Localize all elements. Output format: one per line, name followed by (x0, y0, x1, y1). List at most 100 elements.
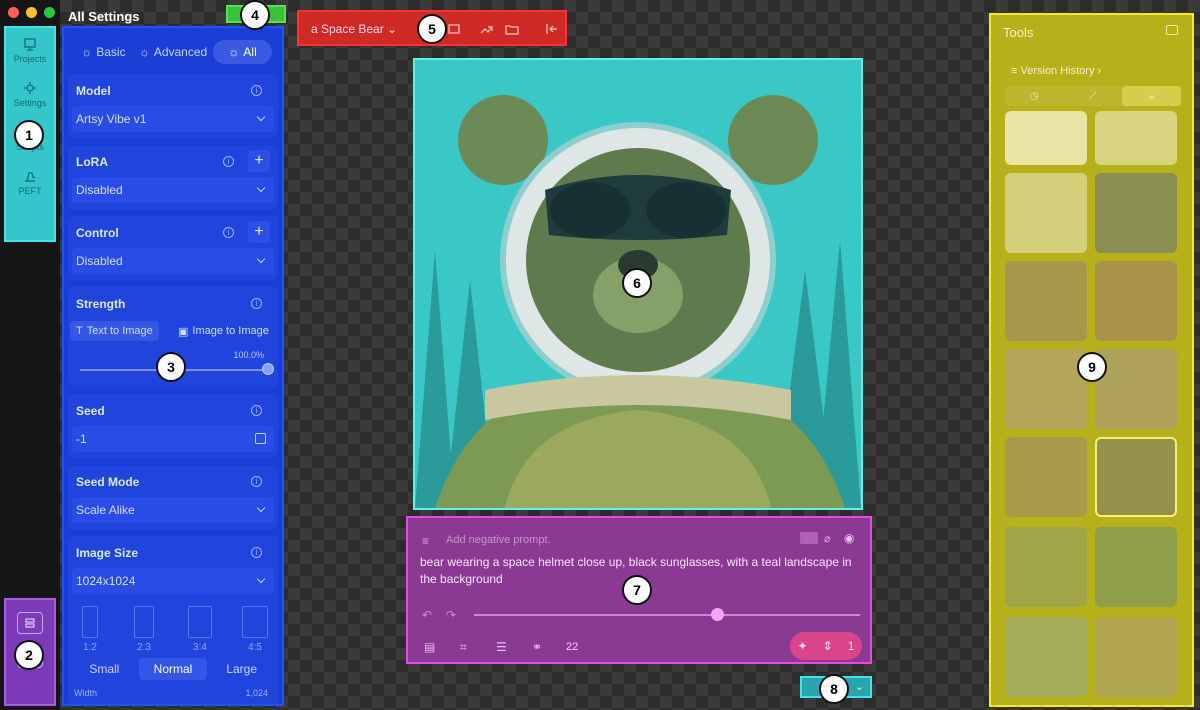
settings-icon (24, 81, 36, 94)
tab-brush[interactable]: ⟋ (1064, 86, 1123, 106)
generate-count: 1 (847, 639, 855, 653)
add-control-button[interactable]: + (248, 221, 270, 243)
size-normal[interactable]: Normal (138, 658, 208, 680)
image-to-image-button[interactable]: ▣ Image to Image (172, 321, 275, 341)
sparkle-icon: ✦ (797, 639, 808, 653)
seed-input[interactable]: -1 (72, 426, 274, 452)
info-icon[interactable]: i (251, 85, 262, 96)
list-icon[interactable]: ☰ (496, 640, 507, 654)
history-thumbnail[interactable] (1005, 111, 1087, 165)
control-value: Disabled (76, 254, 123, 268)
negative-prompt-input[interactable]: Add negative prompt. (446, 534, 551, 546)
tab-history[interactable]: ◷ (1005, 86, 1064, 106)
tab-basic-label: Basic (96, 45, 126, 59)
ratio-1-2[interactable]: 1:2 (82, 606, 98, 653)
text-to-image-label: Text to Image (86, 325, 153, 337)
history-thumbnail[interactable] (1005, 173, 1087, 253)
info-icon[interactable]: i (223, 227, 234, 238)
text-to-image-button[interactable]: T Text to Image (70, 321, 159, 341)
nav-projects[interactable]: Projects (6, 28, 54, 72)
control-dropdown[interactable]: Disabled (72, 248, 274, 274)
history-thumbnail[interactable] (1005, 617, 1087, 697)
ratio-label: 4:5 (248, 642, 262, 653)
gear-icon: ☼ (81, 45, 93, 59)
steps-count[interactable]: 22 (566, 641, 578, 653)
seed-mode-label: Seed Mode (76, 475, 140, 489)
prompt-strength-slider[interactable] (474, 614, 860, 616)
lora-dropdown[interactable]: Disabled (72, 177, 274, 203)
document-icon[interactable]: ▤ (424, 640, 435, 654)
eye-icon[interactable]: ◉ (844, 531, 854, 545)
history-thumbnail-selected[interactable] (1095, 437, 1177, 517)
nav-settings[interactable]: Settings (6, 72, 54, 116)
tab-all-label: All (243, 45, 257, 59)
tab-advanced-label: Advanced (153, 45, 208, 59)
maximize-window-button[interactable] (44, 7, 55, 18)
size-selector: Small Normal Large (70, 658, 276, 680)
strength-slider-knob[interactable] (262, 363, 274, 375)
history-thumbnail[interactable] (1005, 437, 1087, 517)
toggle-icon[interactable] (800, 532, 818, 544)
history-thumbnail[interactable] (1095, 527, 1177, 607)
callout-badge: 2 (14, 640, 44, 670)
prompt-slider-knob[interactable] (711, 608, 725, 621)
panel-toggle-icon[interactable] (1166, 25, 1178, 35)
history-thumbnail[interactable] (1005, 261, 1087, 341)
tab-basic[interactable]: ☼ Basic (74, 40, 133, 64)
model-dropdown[interactable]: Artsy Vibe v1 (72, 106, 274, 132)
image-size-dropdown[interactable]: 1024x1024 (72, 568, 274, 594)
nav-peft[interactable]: PEFT (6, 160, 54, 204)
callout-badge: 6 (622, 268, 652, 298)
history-thumbnail[interactable] (1095, 173, 1177, 253)
layers-button[interactable] (17, 612, 43, 634)
size-small[interactable]: Small (70, 658, 139, 680)
ratio-4-5[interactable]: 4:5 (242, 606, 268, 653)
history-thumbnail[interactable] (1005, 349, 1087, 429)
brush-icon: ⟋ (1089, 90, 1097, 102)
history-thumbnail[interactable] (1095, 349, 1177, 429)
info-icon[interactable]: i (223, 156, 234, 167)
dice-icon[interactable] (255, 433, 266, 444)
ratio-3-4[interactable]: 3:4 (188, 606, 212, 653)
callout-badge: 5 (417, 14, 447, 44)
ratio-label: 1:2 (83, 642, 97, 653)
history-thumbnail[interactable] (1095, 111, 1177, 165)
size-large[interactable]: Large (207, 658, 276, 680)
generate-button[interactable]: ✦ ⇕ 1 (790, 632, 862, 660)
gear-icon: ☼ (138, 45, 150, 59)
seed-value: -1 (76, 432, 87, 446)
model-section: Model i Artsy Vibe v1 (68, 74, 278, 138)
close-window-button[interactable] (8, 7, 19, 18)
version-history-link[interactable]: ≡ Version History › (1011, 65, 1101, 77)
lora-label: LoRA (76, 155, 108, 169)
nav-projects-label: Projects (13, 53, 47, 64)
add-lora-button[interactable]: + (248, 150, 270, 172)
tab-gallery[interactable]: ☕ (1122, 86, 1182, 106)
redo-icon[interactable]: ↷ (446, 608, 456, 622)
seed-mode-value: Scale Alike (76, 503, 135, 517)
collapse-left-icon[interactable] (545, 22, 559, 36)
folder-icon[interactable] (505, 22, 519, 36)
history-thumbnail[interactable] (1095, 617, 1177, 697)
chevron-down-icon[interactable]: ⌄ (855, 680, 864, 693)
canvas-size-icon[interactable] (447, 22, 461, 36)
undo-icon[interactable]: ↶ (422, 608, 432, 622)
project-name-dropdown[interactable]: a Space Bear ⌄ (311, 22, 397, 36)
info-icon[interactable]: i (251, 298, 262, 309)
export-icon[interactable] (479, 22, 493, 36)
ratio-2-3[interactable]: 2:3 (134, 606, 154, 653)
brush-icon[interactable]: ⌀ (824, 532, 831, 545)
info-icon[interactable]: i (251, 547, 262, 558)
frame-icon[interactable]: ⌗ (460, 640, 467, 655)
info-icon[interactable]: i (251, 405, 262, 416)
history-thumbnail[interactable] (1095, 261, 1177, 341)
seed-mode-dropdown[interactable]: Scale Alike (72, 497, 274, 523)
tab-advanced[interactable]: ☼ Advanced (139, 40, 207, 64)
callout-badge: 4 (240, 0, 270, 30)
tab-all[interactable]: ☼ All (213, 40, 272, 64)
info-icon[interactable]: i (251, 476, 262, 487)
minimize-window-button[interactable] (26, 7, 37, 18)
history-thumbnail[interactable] (1005, 527, 1087, 607)
attachment-icon[interactable]: ⚭ (532, 640, 542, 654)
history-tabs: ◷ ⟋ ☕ (1005, 86, 1182, 106)
